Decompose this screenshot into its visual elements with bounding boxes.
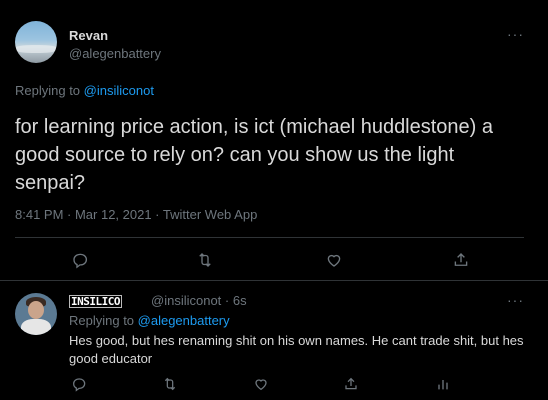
replying-to: Replying to @alegenbattery: [69, 313, 230, 328]
author-avatar[interactable]: [15, 21, 57, 63]
reply-text: Hes good, but hes renaming shit on his o…: [69, 333, 524, 366]
reply-icon[interactable]: [68, 248, 92, 272]
reply-time[interactable]: · 6s: [221, 293, 247, 308]
reply-author-name[interactable]: INSILICO: [69, 295, 122, 308]
reply-icon[interactable]: [69, 374, 89, 394]
author-handle[interactable]: @alegenbattery: [69, 46, 161, 61]
like-icon[interactable]: [322, 248, 346, 272]
tweet-text: for learning price action, is ict (micha…: [15, 116, 494, 194]
author-name[interactable]: Revan: [69, 28, 108, 43]
divider: [0, 280, 548, 281]
retweet-icon[interactable]: [160, 374, 180, 394]
tweet-timestamp[interactable]: 8:41 PM · Mar 12, 2021 · Twitter Web App: [15, 207, 257, 222]
tweet-thread: Revan @alegenbattery ··· Replying to @in…: [0, 0, 548, 400]
share-icon[interactable]: [341, 374, 361, 394]
divider: [15, 237, 524, 238]
more-options-button[interactable]: ···: [507, 26, 524, 42]
more-options-button[interactable]: ···: [507, 292, 524, 308]
share-icon[interactable]: [449, 248, 473, 272]
replying-to: Replying to @insiliconot: [15, 83, 154, 98]
reply-author-meta[interactable]: @insiliconot · 6s: [151, 293, 247, 308]
analytics-icon[interactable]: [433, 374, 453, 394]
replying-prefix: Replying to: [69, 313, 138, 328]
like-icon[interactable]: [251, 374, 271, 394]
replying-prefix: Replying to: [15, 83, 84, 98]
reply-author-handle[interactable]: @insiliconot: [151, 293, 221, 308]
replying-to-link[interactable]: @insiliconot: [84, 83, 154, 98]
replying-to-link[interactable]: @alegenbattery: [138, 313, 230, 328]
reply-author-avatar[interactable]: [15, 293, 57, 335]
retweet-icon[interactable]: [193, 248, 217, 272]
